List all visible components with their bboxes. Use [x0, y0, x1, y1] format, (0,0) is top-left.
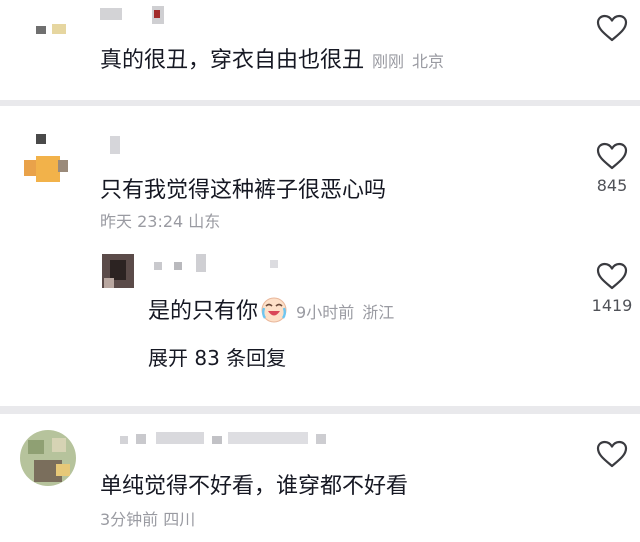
like-button[interactable]: 845	[582, 142, 640, 196]
reply-username[interactable]	[148, 254, 308, 276]
comment-card: 真的很丑，穿衣自由也很丑 刚刚 北京	[0, 0, 640, 100]
avatar[interactable]	[20, 430, 76, 486]
comment-body: 单纯觉得不好看，谁穿都不好看	[100, 474, 409, 499]
comment-location: 山东	[188, 212, 221, 231]
like-count: 845	[596, 176, 628, 195]
avatar[interactable]	[22, 130, 74, 182]
comment-location: 北京	[412, 52, 445, 71]
comment-text: 只有我觉得这种裤子很恶心吗	[100, 178, 386, 204]
avatar[interactable]	[26, 14, 74, 40]
reply-avatar[interactable]	[102, 254, 134, 288]
reply-like-count: 1419	[591, 296, 633, 315]
reply-body: 是的只有你	[148, 299, 259, 324]
crying-laughing-emoji-icon	[260, 296, 288, 331]
comment-meta: 昨天 23:24 山东	[100, 212, 220, 232]
expand-replies-button[interactable]: 展开 83 条回复	[148, 346, 286, 370]
comment-time: 昨天 23:24	[100, 212, 184, 231]
like-button[interactable]	[582, 14, 640, 42]
comment-time: 刚刚	[372, 52, 405, 71]
heart-outline-icon	[596, 142, 628, 170]
comment-meta: 3分钟前 四川	[100, 510, 195, 530]
comment-text: 单纯觉得不好看，谁穿都不好看	[100, 474, 408, 500]
comment-time: 3分钟前	[100, 510, 159, 529]
comment-location: 四川	[163, 510, 196, 529]
reply-location: 浙江	[362, 303, 395, 322]
username[interactable]	[100, 136, 140, 158]
like-button[interactable]	[582, 440, 640, 468]
username[interactable]	[100, 6, 170, 28]
reply-time: 9小时前	[296, 303, 355, 322]
comment-card: 只有我觉得这种裤子很恶心吗 昨天 23:24 山东 845 是的只有你 9小时前…	[0, 106, 640, 406]
heart-outline-icon	[596, 14, 628, 42]
reply-like-button[interactable]: 1419	[582, 262, 640, 316]
heart-outline-icon	[596, 440, 628, 468]
comment-body: 真的很丑，穿衣自由也很丑	[100, 48, 365, 73]
reply-text: 是的只有你 9小时前 浙江	[148, 296, 394, 331]
comment-text: 真的很丑，穿衣自由也很丑 刚刚 北京	[100, 48, 444, 75]
heart-outline-icon	[596, 262, 628, 290]
username[interactable]	[120, 430, 340, 452]
comment-card: 单纯觉得不好看，谁穿都不好看 3分钟前 四川	[0, 414, 640, 542]
comment-body: 只有我觉得这种裤子很恶心吗	[100, 178, 387, 203]
